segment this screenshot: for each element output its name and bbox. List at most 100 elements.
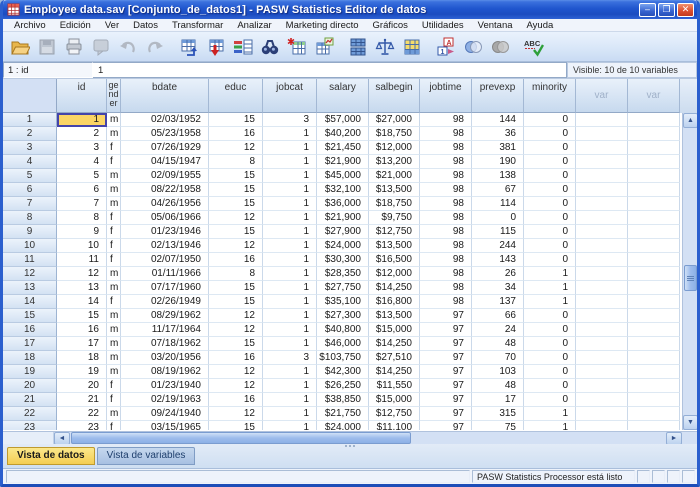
- print-button[interactable]: [60, 34, 87, 60]
- cell-9-salbegin[interactable]: $12,750: [369, 225, 420, 239]
- cell-9-var[interactable]: [576, 225, 628, 239]
- cell-18-var[interactable]: [576, 351, 628, 365]
- cell-8-gender[interactable]: f: [107, 211, 121, 225]
- cell-1-prevexp[interactable]: 144: [472, 113, 524, 127]
- goto-variable-button[interactable]: [202, 34, 229, 60]
- cell-16-educ[interactable]: 12: [209, 323, 263, 337]
- cell-19-jobcat[interactable]: 1: [263, 365, 317, 379]
- cell-8-bdate[interactable]: 05/06/1966: [121, 211, 209, 225]
- cell-11-minority[interactable]: 0: [524, 253, 576, 267]
- cell-16-jobcat[interactable]: 1: [263, 323, 317, 337]
- cell-5-prevexp[interactable]: 138: [472, 169, 524, 183]
- row-header-9[interactable]: 9: [3, 225, 57, 239]
- cell-23-gender[interactable]: f: [107, 421, 121, 430]
- cell-22-salary[interactable]: $21,750: [317, 407, 369, 421]
- cell-8-salary[interactable]: $21,900: [317, 211, 369, 225]
- cell-21-salary[interactable]: $38,850: [317, 393, 369, 407]
- column-header-id-0[interactable]: id: [57, 79, 107, 113]
- pane-splitter-grip[interactable]: [345, 445, 355, 447]
- find-button[interactable]: [256, 34, 283, 60]
- cell-4-gender[interactable]: f: [107, 155, 121, 169]
- cell-16-bdate[interactable]: 11/17/1964: [121, 323, 209, 337]
- insert-cases-button[interactable]: [283, 34, 310, 60]
- cell-8-jobcat[interactable]: 1: [263, 211, 317, 225]
- cell-11-id[interactable]: 11: [57, 253, 107, 267]
- cell-23-minority[interactable]: 1: [524, 421, 576, 430]
- scroll-down-button[interactable]: ▼: [683, 415, 697, 430]
- row-header-3[interactable]: 3: [3, 141, 57, 155]
- cell-15-bdate[interactable]: 08/29/1962: [121, 309, 209, 323]
- cell-2-gender[interactable]: m: [107, 127, 121, 141]
- cell-8-salbegin[interactable]: $9,750: [369, 211, 420, 225]
- cell-17-salbegin[interactable]: $14,250: [369, 337, 420, 351]
- cell-23-jobtime[interactable]: 97: [420, 421, 472, 430]
- cell-23-salary[interactable]: $24,000: [317, 421, 369, 430]
- cell-1-salbegin[interactable]: $27,000: [369, 113, 420, 127]
- use-variable-sets-button[interactable]: [459, 34, 486, 60]
- cell-14-prevexp[interactable]: 137: [472, 295, 524, 309]
- menu-archivo[interactable]: Archivo: [7, 19, 53, 32]
- cell-13-var[interactable]: [628, 281, 680, 295]
- cell-20-bdate[interactable]: 01/23/1940: [121, 379, 209, 393]
- cell-18-gender[interactable]: m: [107, 351, 121, 365]
- cell-17-educ[interactable]: 15: [209, 337, 263, 351]
- cell-2-bdate[interactable]: 05/23/1958: [121, 127, 209, 141]
- cell-13-educ[interactable]: 15: [209, 281, 263, 295]
- cell-10-var[interactable]: [628, 239, 680, 253]
- cell-9-var[interactable]: [628, 225, 680, 239]
- cell-13-jobtime[interactable]: 98: [420, 281, 472, 295]
- column-header-gender-1[interactable]: gender: [107, 79, 121, 113]
- cell-17-bdate[interactable]: 07/18/1962: [121, 337, 209, 351]
- cell-1-bdate[interactable]: 02/03/1952: [121, 113, 209, 127]
- cell-14-id[interactable]: 14: [57, 295, 107, 309]
- cell-21-prevexp[interactable]: 17: [472, 393, 524, 407]
- cell-editor-input[interactable]: 1: [93, 62, 567, 78]
- cell-9-bdate[interactable]: 01/23/1946: [121, 225, 209, 239]
- cell-13-var[interactable]: [576, 281, 628, 295]
- cell-22-educ[interactable]: 12: [209, 407, 263, 421]
- cell-22-jobcat[interactable]: 1: [263, 407, 317, 421]
- cell-4-minority[interactable]: 0: [524, 155, 576, 169]
- cell-16-var[interactable]: [576, 323, 628, 337]
- cell-5-jobcat[interactable]: 1: [263, 169, 317, 183]
- cell-4-prevexp[interactable]: 190: [472, 155, 524, 169]
- cell-8-minority[interactable]: 0: [524, 211, 576, 225]
- cell-21-bdate[interactable]: 02/19/1963: [121, 393, 209, 407]
- cell-14-jobtime[interactable]: 98: [420, 295, 472, 309]
- cell-22-var[interactable]: [628, 407, 680, 421]
- select-cases-button[interactable]: [398, 34, 425, 60]
- cell-1-educ[interactable]: 15: [209, 113, 263, 127]
- menu-utilidades[interactable]: Utilidades: [415, 19, 471, 32]
- cell-1-minority[interactable]: 0: [524, 113, 576, 127]
- cell-16-var[interactable]: [628, 323, 680, 337]
- cell-20-educ[interactable]: 12: [209, 379, 263, 393]
- cell-5-var[interactable]: [628, 169, 680, 183]
- cell-15-id[interactable]: 15: [57, 309, 107, 323]
- cell-3-salary[interactable]: $21,450: [317, 141, 369, 155]
- cell-21-id[interactable]: 21: [57, 393, 107, 407]
- cell-3-educ[interactable]: 12: [209, 141, 263, 155]
- row-header-12[interactable]: 12: [3, 267, 57, 281]
- show-all-variables-button[interactable]: [486, 34, 513, 60]
- cell-11-jobtime[interactable]: 98: [420, 253, 472, 267]
- goto-case-button[interactable]: [175, 34, 202, 60]
- cell-6-prevexp[interactable]: 67: [472, 183, 524, 197]
- cell-14-salbegin[interactable]: $16,800: [369, 295, 420, 309]
- cell-1-jobcat[interactable]: 3: [263, 113, 317, 127]
- cell-3-jobtime[interactable]: 98: [420, 141, 472, 155]
- cell-13-bdate[interactable]: 07/17/1960: [121, 281, 209, 295]
- cell-20-prevexp[interactable]: 48: [472, 379, 524, 393]
- cell-6-var[interactable]: [628, 183, 680, 197]
- cell-2-jobtime[interactable]: 98: [420, 127, 472, 141]
- cell-2-minority[interactable]: 0: [524, 127, 576, 141]
- open-data-button[interactable]: [6, 34, 33, 60]
- cell-19-educ[interactable]: 12: [209, 365, 263, 379]
- cell-12-salbegin[interactable]: $12,000: [369, 267, 420, 281]
- cell-20-minority[interactable]: 0: [524, 379, 576, 393]
- cell-8-id[interactable]: 8: [57, 211, 107, 225]
- row-header-22[interactable]: 22: [3, 407, 57, 421]
- cell-10-bdate[interactable]: 02/13/1946: [121, 239, 209, 253]
- cell-3-jobcat[interactable]: 1: [263, 141, 317, 155]
- cell-2-educ[interactable]: 16: [209, 127, 263, 141]
- cell-11-jobcat[interactable]: 1: [263, 253, 317, 267]
